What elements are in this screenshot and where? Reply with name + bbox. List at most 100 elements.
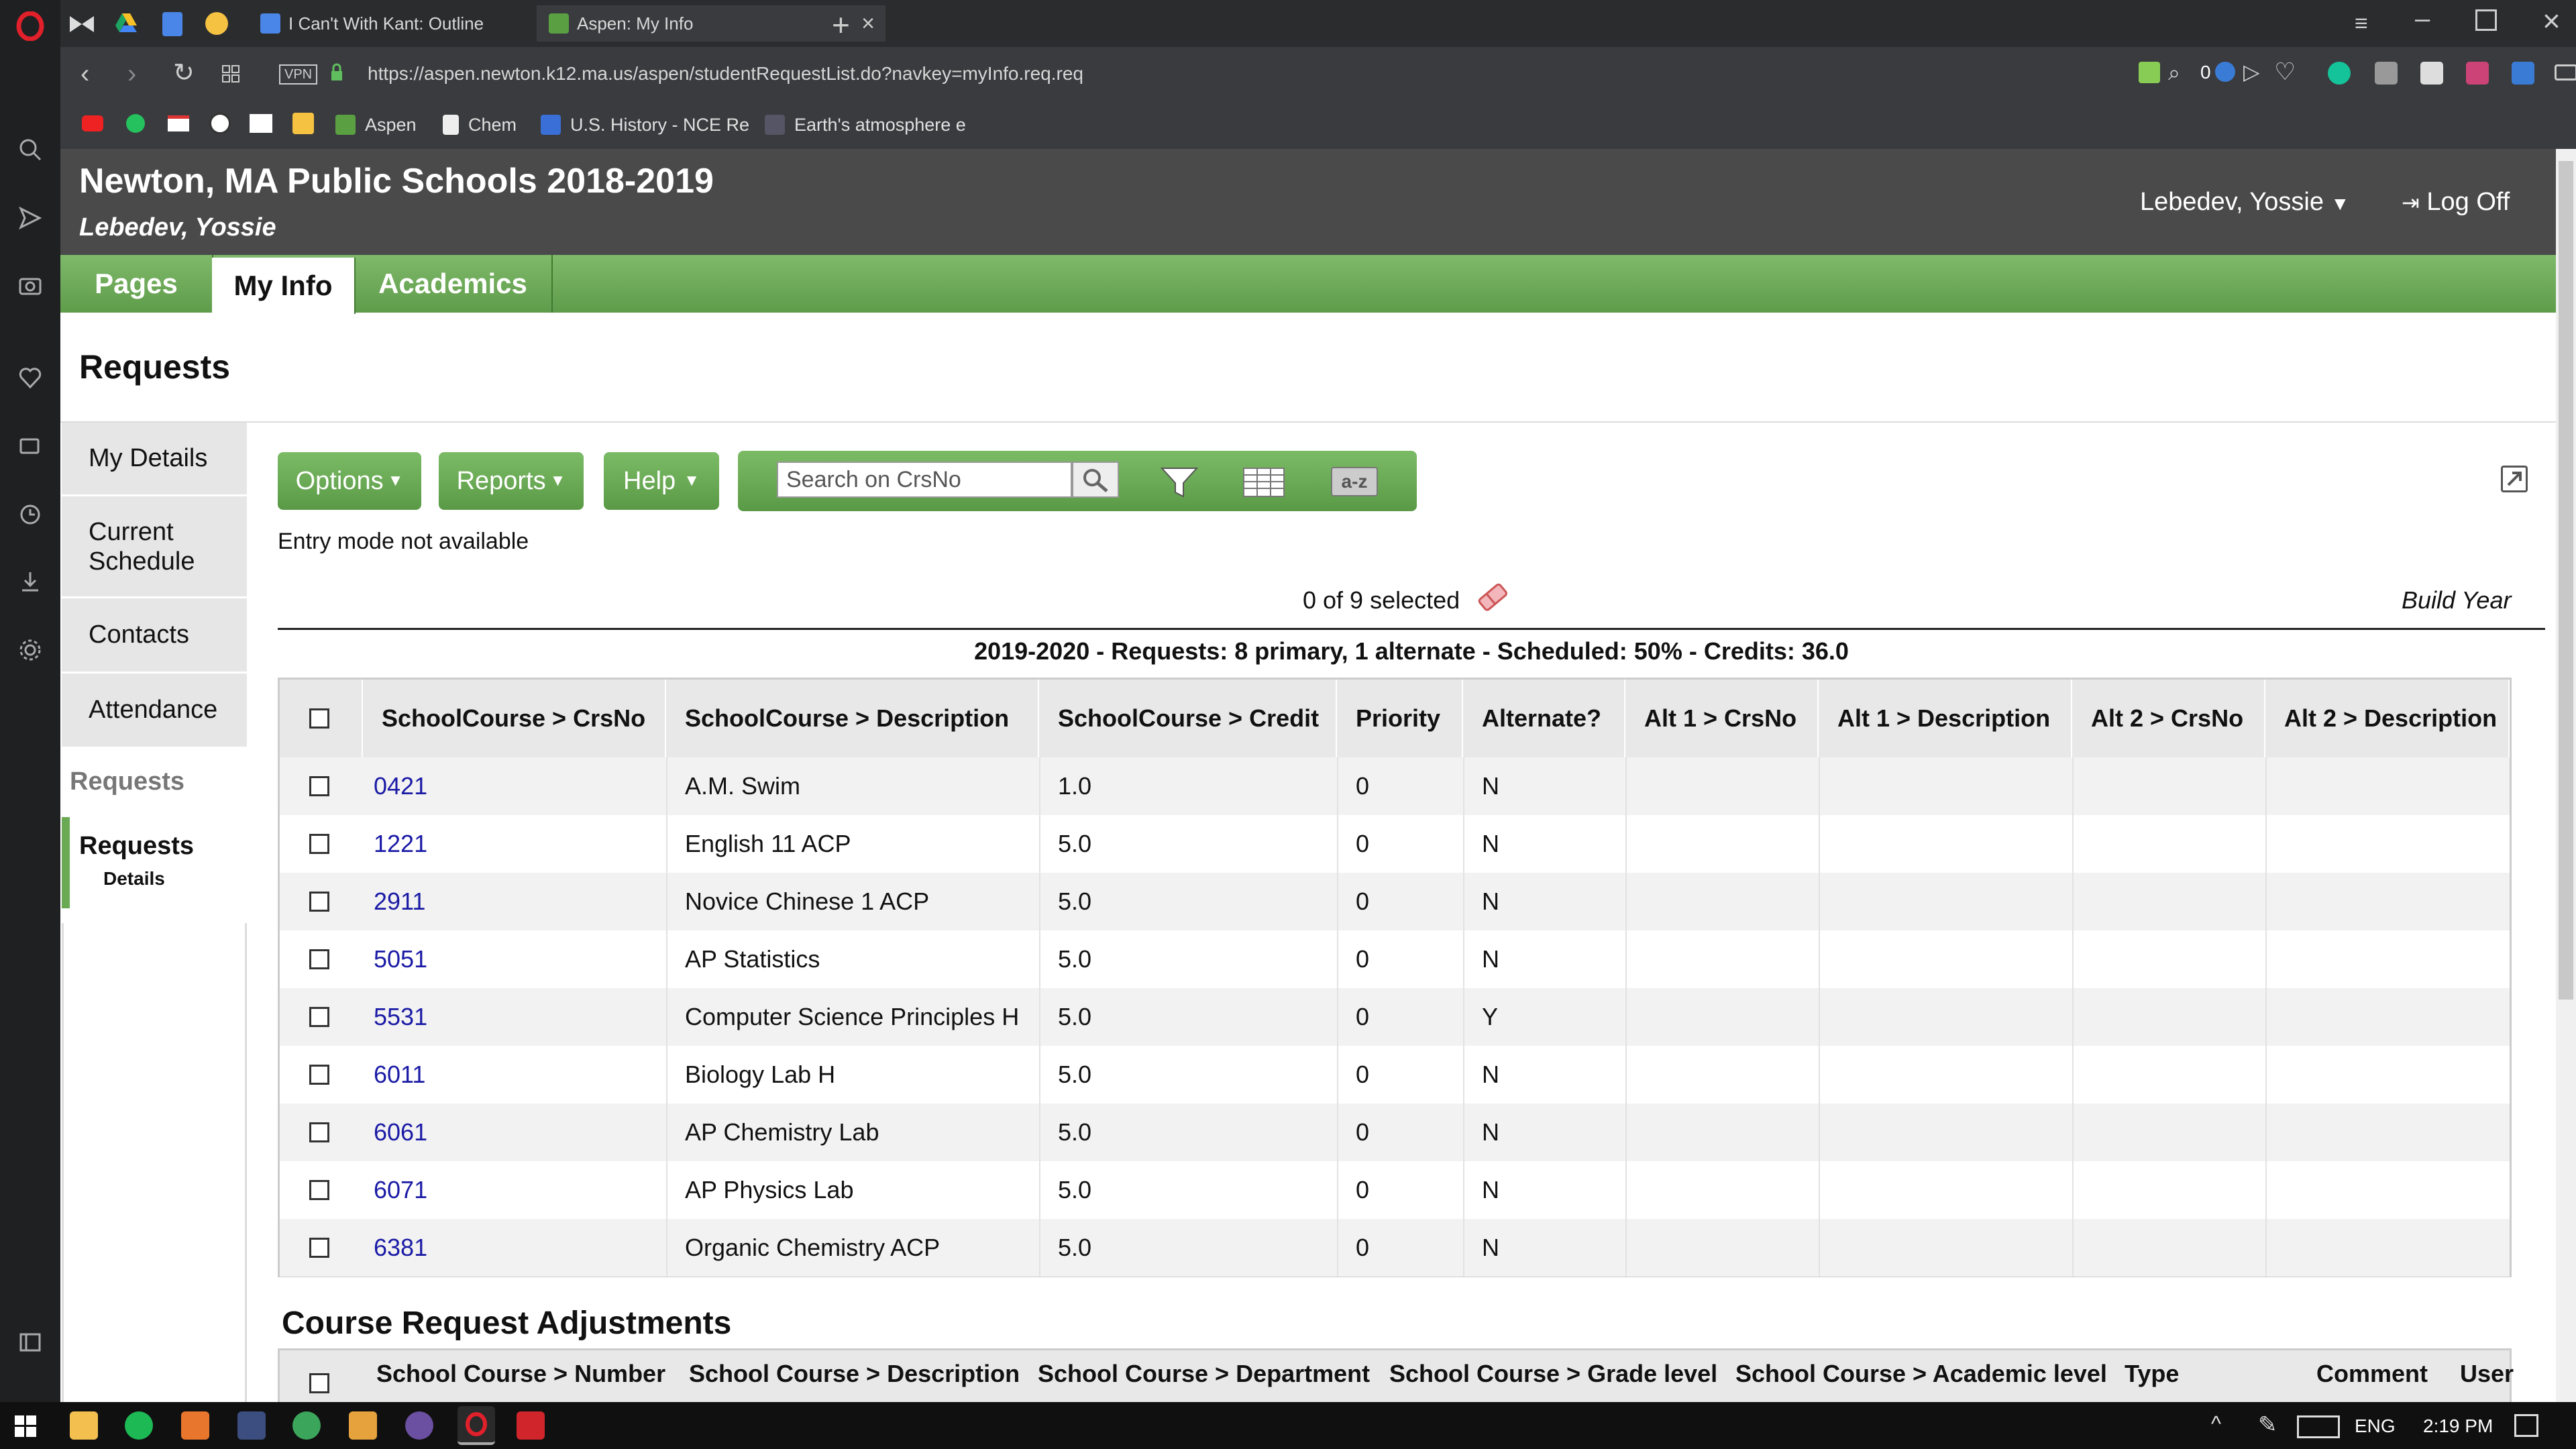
opera-logo-icon[interactable]	[15, 11, 46, 42]
sidebar-toggle-icon[interactable]	[15, 1327, 46, 1358]
url-field[interactable]: https://aspen.newton.k12.ma.us/aspen/stu…	[368, 58, 2179, 90]
th-description[interactable]: SchoolCourse > Description	[666, 680, 1039, 757]
course-link[interactable]: 6381	[374, 1219, 427, 1277]
eraser-icon[interactable]	[1476, 582, 1511, 613]
row-checkbox[interactable]	[309, 1238, 329, 1258]
user-menu[interactable]: Lebedev, Yossie ▼	[2140, 188, 2349, 217]
opera-taskbar-button[interactable]	[458, 1406, 495, 1445]
phone-icon[interactable]	[126, 114, 145, 133]
filter-icon[interactable]	[1159, 466, 1199, 499]
adblock-icon[interactable]	[2215, 62, 2235, 82]
extension-icon[interactable]	[2375, 62, 2398, 85]
search-button[interactable]	[1072, 462, 1119, 498]
sidebar-item-contacts[interactable]: Contacts	[62, 598, 247, 674]
grid-view-icon[interactable]	[1242, 466, 1285, 499]
ath-comment[interactable]: Comment	[2316, 1360, 2428, 1388]
app-icon[interactable]	[349, 1411, 377, 1440]
th-priority[interactable]: Priority	[1337, 680, 1463, 757]
snapshot-icon[interactable]	[15, 432, 46, 463]
sidebar-item-my-details[interactable]: My Details	[62, 423, 247, 496]
ath-department[interactable]: School Course > Department	[1038, 1360, 1370, 1388]
camera-icon[interactable]	[15, 270, 46, 301]
sidebar-section-title[interactable]: Requests	[70, 767, 184, 796]
keyboard-icon[interactable]	[2297, 1415, 2340, 1438]
course-link[interactable]: 6071	[374, 1161, 427, 1219]
close-icon[interactable]: ×	[861, 11, 875, 37]
ath-user[interactable]: User	[2460, 1360, 2514, 1388]
schoology-icon[interactable]	[209, 113, 231, 134]
spotify-icon[interactable]	[125, 1411, 153, 1440]
sidebar-item-attendance[interactable]: Attendance	[62, 674, 247, 749]
send-icon[interactable]	[15, 203, 46, 233]
app-icon[interactable]	[405, 1411, 433, 1440]
gmail-icon[interactable]	[168, 115, 189, 131]
row-checkbox[interactable]	[309, 834, 329, 854]
translate-icon[interactable]	[2512, 62, 2534, 85]
scrollbar-thumb[interactable]	[2559, 161, 2573, 1000]
course-link[interactable]: 2911	[374, 873, 425, 930]
keep-icon[interactable]	[205, 12, 228, 35]
ath-number[interactable]: School Course > Number	[376, 1360, 665, 1388]
table-row[interactable]: 5051 AP Statistics 5.0 0 N	[280, 930, 2510, 988]
extension-icon[interactable]	[2466, 62, 2489, 85]
row-checkbox[interactable]	[309, 1007, 329, 1027]
row-checkbox[interactable]	[309, 949, 329, 969]
course-link[interactable]: 1221	[374, 815, 427, 873]
th-alternate[interactable]: Alternate?	[1463, 680, 1625, 757]
grammarly-icon[interactable]	[2328, 62, 2351, 85]
bookmark-us-history[interactable]: U.S. History - NCE Re	[541, 110, 749, 140]
settings-icon[interactable]	[15, 635, 46, 665]
course-link[interactable]: 5531	[374, 988, 427, 1046]
zoom-icon[interactable]: ⌕	[2168, 60, 2180, 86]
table-row[interactable]: 6011 Biology Lab H 5.0 0 N	[280, 1046, 2510, 1104]
th-alt2-description[interactable]: Alt 2 > Description	[2265, 680, 2510, 757]
language-indicator[interactable]: ENG	[2355, 1415, 2396, 1437]
close-window-button[interactable]: ×	[2542, 3, 2561, 39]
row-checkbox[interactable]	[309, 1122, 329, 1142]
restore-button[interactable]	[2475, 9, 2497, 31]
bookmark-earths-atmosphere[interactable]: Earth's atmosphere e	[765, 110, 966, 140]
course-link[interactable]: 6061	[374, 1104, 427, 1161]
th-credit[interactable]: SchoolCourse > Credit	[1039, 680, 1337, 757]
options-button[interactable]: Options ▼	[278, 452, 421, 510]
row-checkbox[interactable]	[309, 776, 329, 796]
file-explorer-icon[interactable]	[70, 1411, 98, 1440]
sidebar-sub-details[interactable]: Details	[103, 868, 165, 890]
table-row[interactable]: 6061 AP Chemistry Lab 5.0 0 N	[280, 1104, 2510, 1161]
download-icon[interactable]	[15, 566, 46, 597]
pen-icon[interactable]: ✎	[2258, 1411, 2277, 1438]
new-tab-button[interactable]: +	[832, 7, 850, 43]
vpn-badge[interactable]: VPN	[279, 64, 318, 85]
ath-academic-level[interactable]: School Course > Academic level	[1735, 1360, 2107, 1388]
notifications-icon[interactable]	[2514, 1414, 2538, 1437]
app-icon[interactable]	[292, 1411, 321, 1440]
drive-icon[interactable]	[114, 12, 138, 35]
rsm-icon[interactable]	[250, 114, 272, 133]
back-button[interactable]: ‹	[80, 59, 89, 89]
ath-grade-level[interactable]: School Course > Grade level	[1389, 1360, 1717, 1388]
youtube-icon[interactable]	[82, 115, 103, 131]
nav-tab-pages[interactable]: Pages	[60, 255, 213, 313]
bowtie-icon[interactable]	[68, 11, 95, 38]
course-link[interactable]: 0421	[374, 757, 427, 815]
app-icon[interactable]	[517, 1411, 545, 1440]
th-crsno[interactable]: SchoolCourse > CrsNo	[363, 680, 666, 757]
reports-button[interactable]: Reports ▼	[439, 452, 584, 510]
table-row[interactable]: 6381 Organic Chemistry ACP 5.0 0 N	[280, 1219, 2510, 1277]
select-all-checkbox[interactable]	[309, 708, 329, 729]
course-link[interactable]: 6011	[374, 1046, 425, 1104]
ath-description[interactable]: School Course > Description	[689, 1360, 1020, 1388]
history-icon[interactable]	[15, 499, 46, 530]
row-checkbox[interactable]	[309, 1180, 329, 1200]
chevron-up-icon[interactable]: ^	[2211, 1411, 2221, 1436]
bookmark-chem[interactable]: Chem	[443, 110, 517, 140]
sidebar-item-current-schedule[interactable]: Current Schedule	[62, 496, 247, 598]
table-row[interactable]: 1221 English 11 ACP 5.0 0 N	[280, 815, 2510, 873]
search-icon[interactable]	[15, 134, 46, 165]
clock[interactable]: 2:19 PM	[2423, 1415, 2493, 1437]
ath-type[interactable]: Type	[2125, 1360, 2179, 1388]
course-link[interactable]: 5051	[374, 930, 427, 988]
minimize-button[interactable]: –	[2415, 4, 2430, 34]
sort-az-button[interactable]: a-z	[1331, 467, 1378, 496]
th-alt2-crsno[interactable]: Alt 2 > CrsNo	[2072, 680, 2265, 757]
